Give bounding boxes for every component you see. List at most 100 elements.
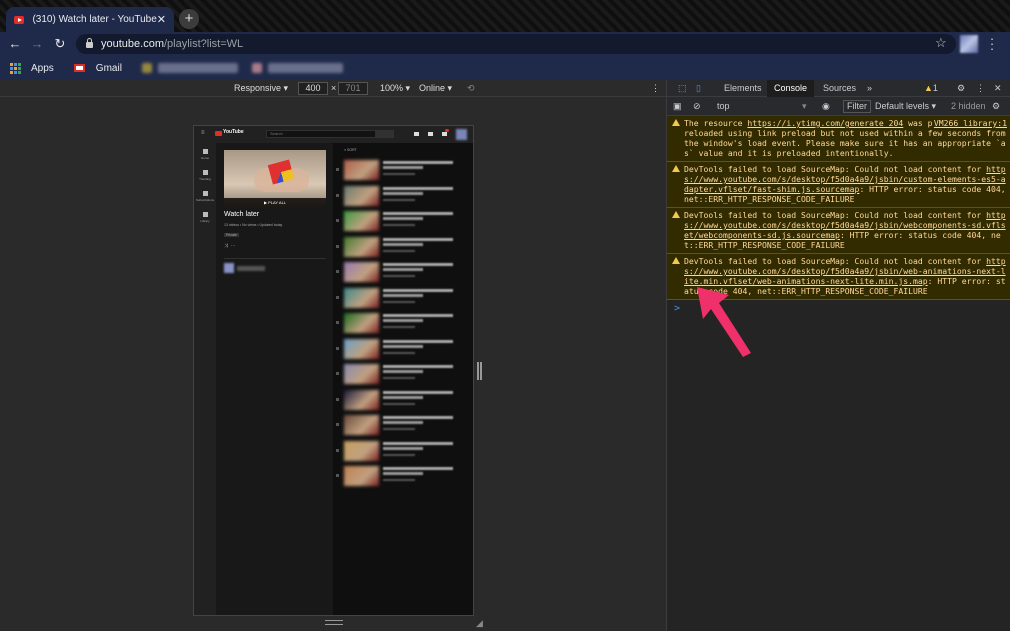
playlist-owner[interactable] bbox=[224, 258, 326, 273]
video-thumbnail[interactable] bbox=[344, 185, 379, 206]
new-tab-button[interactable]: + bbox=[179, 9, 199, 29]
privacy-badge[interactable]: Private bbox=[224, 233, 239, 237]
close-devtools-icon[interactable]: ✕ bbox=[987, 80, 1009, 97]
zoom-select[interactable]: 100% ▾ bbox=[380, 83, 410, 94]
bookmark-blurred[interactable] bbox=[267, 63, 343, 73]
video-title[interactable] bbox=[383, 212, 453, 215]
context-dropdown-icon[interactable]: ▾ bbox=[802, 101, 807, 112]
live-expression-eye-icon[interactable]: ◉ bbox=[822, 101, 830, 112]
chrome-menu-icon[interactable]: · · · bbox=[988, 32, 996, 55]
play-all-button[interactable]: ▶ PLAY ALL bbox=[224, 198, 326, 207]
close-tab-icon[interactable]: ✕ bbox=[157, 13, 166, 26]
video-title[interactable] bbox=[383, 288, 453, 292]
video-title[interactable] bbox=[383, 314, 453, 317]
device-more-icon[interactable]: ⋮ bbox=[651, 83, 660, 94]
drag-handle-icon[interactable] bbox=[336, 397, 339, 401]
sidebar-item-library[interactable]: Library bbox=[194, 212, 216, 223]
drag-handle-icon[interactable] bbox=[336, 193, 339, 197]
network-throttle-select[interactable]: Online ▾ bbox=[419, 83, 452, 94]
video-thumbnail[interactable] bbox=[344, 389, 379, 410]
playlist-video-item[interactable] bbox=[336, 236, 466, 258]
reload-icon[interactable]: ↻ bbox=[51, 36, 69, 52]
shuffle-icon[interactable]: ⤨ bbox=[224, 243, 228, 249]
playlist-video-item[interactable] bbox=[336, 338, 466, 360]
video-title[interactable] bbox=[383, 365, 453, 368]
tab-sources[interactable]: Sources bbox=[816, 80, 863, 97]
viewport-height-input[interactable]: 701 bbox=[338, 82, 368, 95]
playlist-video-item[interactable] bbox=[336, 440, 466, 462]
more-tabs-button[interactable]: » bbox=[860, 80, 879, 97]
viewport-corner-resize-handle[interactable]: ◢ bbox=[476, 618, 483, 629]
drag-handle-icon[interactable] bbox=[336, 474, 339, 477]
drag-handle-icon[interactable] bbox=[336, 372, 339, 375]
log-levels-select[interactable]: Default levels ▾ bbox=[875, 101, 936, 112]
video-thumbnail[interactable] bbox=[344, 262, 379, 282]
playlist-video-item[interactable] bbox=[336, 261, 466, 283]
video-thumbnail[interactable] bbox=[344, 364, 379, 384]
video-title[interactable] bbox=[383, 416, 453, 419]
youtube-avatar[interactable] bbox=[456, 129, 467, 140]
playlist-video-item[interactable] bbox=[336, 389, 466, 411]
drag-handle-icon[interactable] bbox=[336, 270, 339, 273]
warning-counter[interactable]: ▲1 bbox=[917, 80, 945, 97]
notifications-icon[interactable] bbox=[442, 132, 447, 136]
playlist-video-item[interactable] bbox=[336, 312, 466, 334]
video-title[interactable] bbox=[383, 467, 453, 470]
video-thumbnail[interactable] bbox=[344, 160, 379, 180]
tab-elements[interactable]: Elements bbox=[717, 80, 769, 97]
video-thumbnail[interactable] bbox=[344, 440, 379, 461]
youtube-search-input[interactable]: Search bbox=[266, 130, 376, 138]
profile-avatar[interactable] bbox=[960, 35, 978, 53]
playlist-video-item[interactable] bbox=[336, 210, 466, 232]
video-thumbnail[interactable] bbox=[344, 313, 379, 333]
drag-handle-icon[interactable] bbox=[336, 448, 339, 452]
device-mode-select[interactable]: Responsive ▾ bbox=[234, 83, 288, 94]
device-toolbar-toggle-icon[interactable]: ▯ bbox=[689, 80, 708, 97]
youtube-logo-icon[interactable] bbox=[215, 131, 222, 136]
playlist-video-item[interactable] bbox=[336, 414, 466, 436]
console-filter-input[interactable]: Filter bbox=[843, 100, 871, 113]
drag-handle-icon[interactable] bbox=[336, 321, 339, 324]
playlist-video-item[interactable] bbox=[336, 465, 466, 487]
playlist-video-item[interactable] bbox=[336, 185, 466, 207]
sort-button[interactable]: ≡ SORT bbox=[344, 148, 357, 152]
bookmark-gmail[interactable]: Gmail bbox=[96, 63, 122, 74]
playlist-video-item[interactable] bbox=[336, 287, 466, 309]
more-icon[interactable]: ··· bbox=[231, 243, 236, 249]
console-sidebar-icon[interactable]: ▣ bbox=[673, 101, 682, 112]
video-thumbnail[interactable] bbox=[344, 211, 379, 231]
playlist-video-item[interactable] bbox=[336, 363, 466, 385]
back-icon[interactable]: ← bbox=[6, 36, 24, 51]
bookmark-apps[interactable]: Apps bbox=[31, 63, 54, 74]
drag-handle-icon[interactable] bbox=[336, 346, 339, 350]
bookmark-blurred[interactable] bbox=[157, 63, 238, 73]
video-title[interactable] bbox=[383, 237, 453, 241]
viewport-width-resize-handle[interactable] bbox=[477, 362, 482, 380]
drag-handle-icon[interactable] bbox=[336, 244, 339, 248]
create-video-icon[interactable] bbox=[414, 132, 419, 136]
forward-icon[interactable]: → bbox=[28, 36, 46, 51]
message-url-link[interactable]: https://i.ytimg.com/generate_204 bbox=[747, 118, 903, 128]
drag-handle-icon[interactable] bbox=[336, 295, 339, 299]
message-source-link[interactable]: VM266 library:1 bbox=[934, 118, 1007, 128]
sidebar-item-home[interactable]: Home bbox=[194, 149, 216, 160]
video-thumbnail[interactable] bbox=[344, 415, 379, 435]
playlist-thumbnail[interactable]: ▶ PLAY ALL bbox=[224, 150, 326, 207]
playlist-video-item[interactable] bbox=[336, 159, 466, 181]
video-title[interactable] bbox=[383, 161, 453, 164]
context-select[interactable]: top bbox=[717, 101, 730, 111]
video-thumbnail[interactable] bbox=[344, 236, 379, 257]
viewport-width-input[interactable]: 400 bbox=[298, 82, 328, 95]
video-title[interactable] bbox=[383, 263, 453, 266]
video-title[interactable] bbox=[383, 441, 453, 445]
video-thumbnail[interactable] bbox=[344, 287, 379, 308]
viewport-height-resize-handle[interactable] bbox=[325, 620, 343, 625]
sidebar-item-trending[interactable]: Trending bbox=[194, 170, 216, 181]
video-thumbnail[interactable] bbox=[344, 466, 379, 486]
rotate-icon[interactable]: ⟲ bbox=[467, 83, 475, 94]
clear-console-icon[interactable]: ⊘ bbox=[693, 101, 701, 112]
video-title[interactable] bbox=[383, 186, 453, 190]
menu-icon[interactable]: ≡ bbox=[201, 130, 205, 136]
drag-handle-icon[interactable] bbox=[336, 219, 339, 222]
video-title[interactable] bbox=[383, 390, 453, 394]
